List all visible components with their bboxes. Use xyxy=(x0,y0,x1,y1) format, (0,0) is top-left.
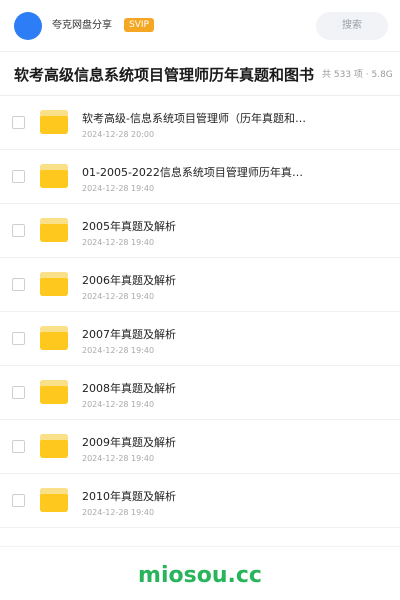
item-name: 2006年真题及解析 xyxy=(82,274,176,287)
item-name: 2010年真题及解析 xyxy=(82,490,176,503)
folder-icon xyxy=(40,326,68,350)
top-bar: 夸克网盘分享 SVIP 搜索 xyxy=(0,0,400,52)
list-item[interactable]: 01-2005-2022信息系统项目管理师历年真题… 2024-12-28 19… xyxy=(0,150,400,204)
item-date: 2024-12-28 19:40 xyxy=(82,400,155,409)
item-date: 2024-12-28 19:40 xyxy=(82,238,155,247)
file-list: 软考高级-信息系统项目管理师（历年真题和图书） 2024-12-28 20:00… xyxy=(0,96,400,528)
item-date: 2024-12-28 19:40 xyxy=(82,184,155,193)
item-name: 2007年真题及解析 xyxy=(82,328,176,341)
item-date: 2024-12-28 19:40 xyxy=(82,292,155,301)
folder-icon xyxy=(40,380,68,404)
list-item[interactable]: 2009年真题及解析 2024-12-28 19:40 xyxy=(0,420,400,474)
list-item[interactable]: 2007年真题及解析 2024-12-28 19:40 xyxy=(0,312,400,366)
search-button[interactable]: 搜索 xyxy=(316,12,388,40)
item-checkbox[interactable] xyxy=(12,494,25,507)
item-checkbox[interactable] xyxy=(12,440,25,453)
item-date: 2024-12-28 19:40 xyxy=(82,346,155,355)
app-name: 夸克网盘分享 xyxy=(52,20,112,31)
item-checkbox[interactable] xyxy=(12,224,25,237)
list-item[interactable]: 2010年真题及解析 2024-12-28 19:40 xyxy=(0,474,400,528)
item-date: 2024-12-28 20:00 xyxy=(82,130,155,139)
item-checkbox[interactable] xyxy=(12,116,25,129)
item-name: 2009年真题及解析 xyxy=(82,436,176,449)
folder-icon xyxy=(40,110,68,134)
page-title: 软考高级信息系统项目管理师历年真题和图书 xyxy=(14,66,315,84)
item-checkbox[interactable] xyxy=(12,386,25,399)
folder-icon xyxy=(40,218,68,242)
item-checkbox[interactable] xyxy=(12,170,25,183)
svip-badge: SVIP xyxy=(124,18,154,32)
folder-icon xyxy=(40,164,68,188)
share-header: 软考高级信息系统项目管理师历年真题和图书 共 533 项 · 5.8G xyxy=(0,52,400,96)
item-checkbox[interactable] xyxy=(12,332,25,345)
item-name: 01-2005-2022信息系统项目管理师历年真题… xyxy=(82,166,312,179)
footer: miosou.cc xyxy=(0,546,400,600)
list-item[interactable]: 2005年真题及解析 2024-12-28 19:40 xyxy=(0,204,400,258)
item-name: 2005年真题及解析 xyxy=(82,220,176,233)
share-meta: 共 533 项 · 5.8G xyxy=(322,70,393,80)
list-item[interactable]: 2008年真题及解析 2024-12-28 19:40 xyxy=(0,366,400,420)
folder-icon xyxy=(40,434,68,458)
folder-icon xyxy=(40,272,68,296)
item-date: 2024-12-28 19:40 xyxy=(82,508,155,517)
item-name: 软考高级-信息系统项目管理师（历年真题和图书） xyxy=(82,112,312,125)
list-item[interactable]: 2006年真题及解析 2024-12-28 19:40 xyxy=(0,258,400,312)
folder-icon xyxy=(40,488,68,512)
item-checkbox[interactable] xyxy=(12,278,25,291)
site-watermark[interactable]: miosou.cc xyxy=(0,563,400,589)
item-date: 2024-12-28 19:40 xyxy=(82,454,155,463)
list-item[interactable]: 软考高级-信息系统项目管理师（历年真题和图书） 2024-12-28 20:00 xyxy=(0,96,400,150)
item-name: 2008年真题及解析 xyxy=(82,382,176,395)
avatar[interactable] xyxy=(14,12,42,40)
